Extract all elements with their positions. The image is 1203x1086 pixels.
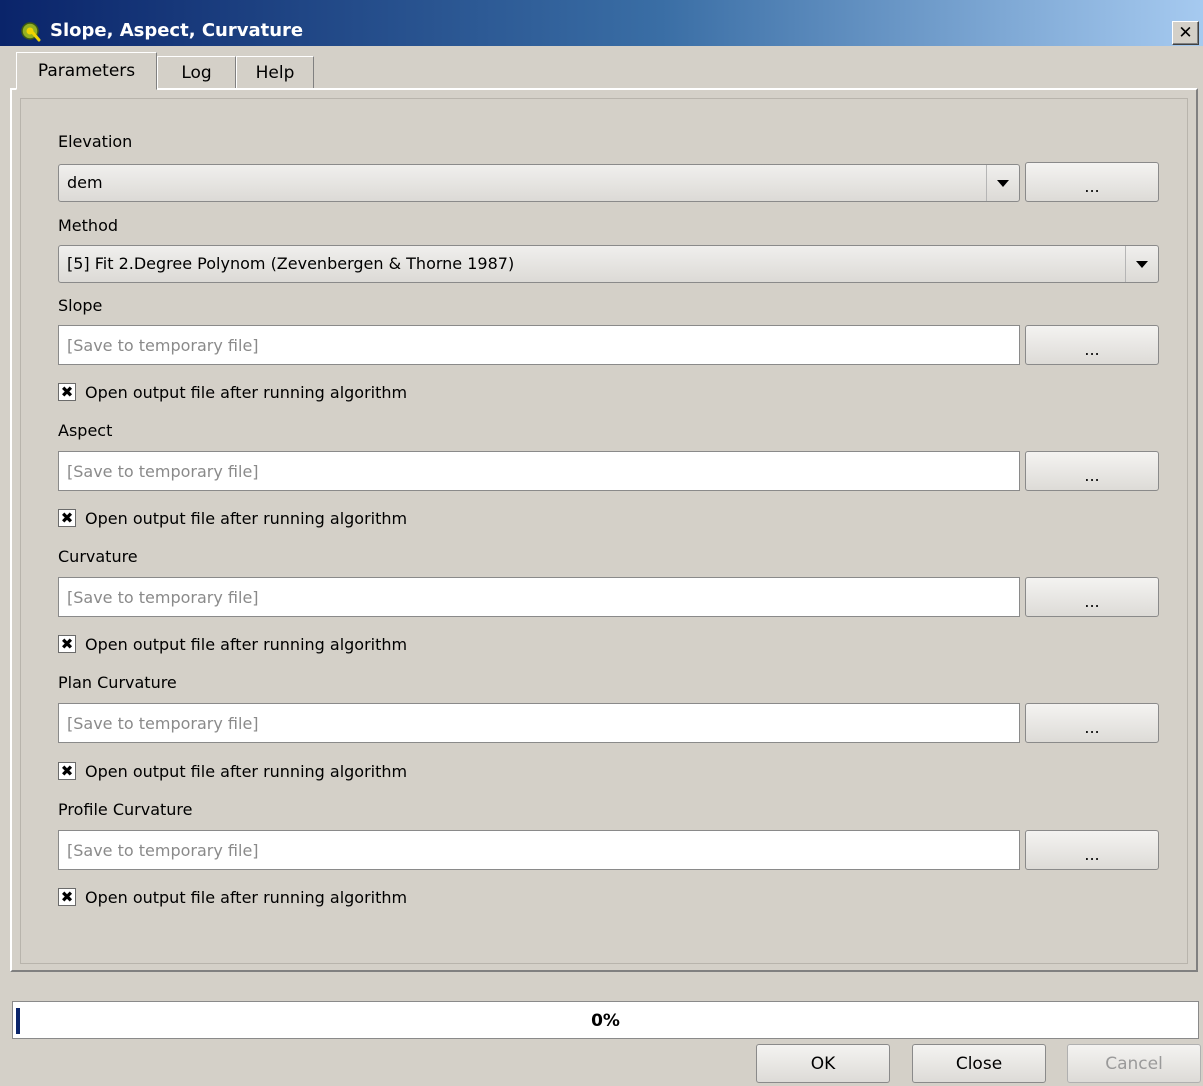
- curvature-open-output-checkbox[interactable]: ✖ Open output file after running algorit…: [58, 634, 407, 654]
- progress-bar: 0%: [12, 1001, 1199, 1039]
- slope-open-output-checkbox[interactable]: ✖ Open output file after running algorit…: [58, 382, 407, 402]
- tab-log-label: Log: [181, 63, 212, 83]
- profile-curvature-open-output-label: Open output file after running algorithm: [85, 887, 408, 907]
- checkbox-checked-icon[interactable]: ✖: [58, 762, 76, 780]
- aspect-label: Aspect: [58, 421, 113, 440]
- aspect-output-field[interactable]: [58, 451, 1020, 491]
- plan-curvature-browse-button[interactable]: ...: [1025, 703, 1159, 743]
- method-value: [5] Fit 2.Degree Polynom (Zevenbergen & …: [67, 254, 515, 273]
- tab-log[interactable]: Log: [157, 56, 236, 90]
- checkbox-checked-icon[interactable]: ✖: [58, 888, 76, 906]
- close-icon: ✕: [1178, 22, 1193, 43]
- curvature-open-output-label: Open output file after running algorithm: [85, 634, 408, 654]
- profile-curvature-output-field[interactable]: [58, 830, 1020, 870]
- chevron-down-icon[interactable]: [1125, 246, 1158, 282]
- profile-curvature-output-input[interactable]: [59, 831, 1019, 869]
- profile-curvature-open-output-checkbox[interactable]: ✖ Open output file after running algorit…: [58, 887, 407, 907]
- aspect-open-output-checkbox[interactable]: ✖ Open output file after running algorit…: [58, 508, 407, 528]
- tab-help-label: Help: [255, 63, 295, 83]
- plan-curvature-output-field[interactable]: [58, 703, 1020, 743]
- tab-parameters-label: Parameters: [37, 61, 136, 81]
- window-title: Slope, Aspect, Curvature: [50, 20, 304, 41]
- slope-output-field[interactable]: [58, 325, 1020, 365]
- profile-curvature-label: Profile Curvature: [58, 800, 193, 819]
- method-label: Method: [58, 216, 119, 235]
- checkbox-checked-icon[interactable]: ✖: [58, 383, 76, 401]
- elevation-combo[interactable]: dem: [58, 164, 1020, 202]
- slope-browse-button[interactable]: ...: [1025, 325, 1159, 365]
- curvature-output-input[interactable]: [59, 578, 1019, 616]
- aspect-output-input[interactable]: [59, 452, 1019, 490]
- close-button[interactable]: Close: [912, 1044, 1046, 1083]
- elevation-value: dem: [67, 173, 103, 192]
- checkbox-checked-icon[interactable]: ✖: [58, 635, 76, 653]
- ok-button[interactable]: OK: [756, 1044, 890, 1083]
- plan-curvature-label: Plan Curvature: [58, 673, 177, 692]
- checkbox-checked-icon[interactable]: ✖: [58, 509, 76, 527]
- elevation-label: Elevation: [58, 132, 133, 151]
- cancel-button[interactable]: Cancel: [1067, 1044, 1201, 1083]
- title-bar: Slope, Aspect, Curvature ✕: [0, 0, 1203, 46]
- slope-output-input[interactable]: [59, 326, 1019, 364]
- aspect-open-output-label: Open output file after running algorithm: [85, 508, 408, 528]
- method-combo[interactable]: [5] Fit 2.Degree Polynom (Zevenbergen & …: [58, 245, 1159, 283]
- curvature-label: Curvature: [58, 547, 138, 566]
- plan-curvature-open-output-checkbox[interactable]: ✖ Open output file after running algorit…: [58, 761, 407, 781]
- curvature-output-field[interactable]: [58, 577, 1020, 617]
- progress-percent: 0%: [591, 1011, 620, 1031]
- slope-label: Slope: [58, 296, 103, 315]
- tab-parameters[interactable]: Parameters: [16, 52, 157, 90]
- curvature-browse-button[interactable]: ...: [1025, 577, 1159, 617]
- profile-curvature-browse-button[interactable]: ...: [1025, 830, 1159, 870]
- slope-open-output-label: Open output file after running algorithm: [85, 382, 408, 402]
- qgis-icon: [21, 22, 41, 42]
- tab-help[interactable]: Help: [236, 56, 314, 90]
- plan-curvature-open-output-label: Open output file after running algorithm: [85, 761, 408, 781]
- elevation-browse-button[interactable]: ...: [1025, 162, 1159, 202]
- aspect-browse-button[interactable]: ...: [1025, 451, 1159, 491]
- chevron-down-icon[interactable]: [986, 165, 1019, 201]
- plan-curvature-output-input[interactable]: [59, 704, 1019, 742]
- close-window-button[interactable]: ✕: [1172, 21, 1199, 45]
